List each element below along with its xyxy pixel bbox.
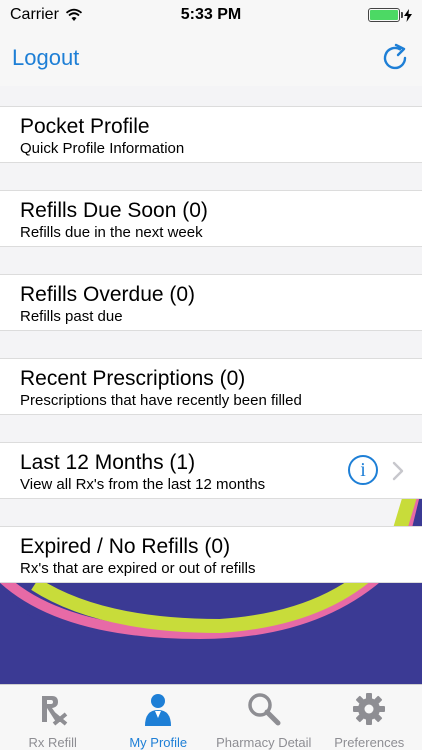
navigation-bar: Logout xyxy=(0,30,422,86)
carrier-label: Carrier xyxy=(10,6,59,23)
tab-label: My Profile xyxy=(129,735,188,750)
charging-bolt-icon xyxy=(404,8,412,22)
row-subtitle: Refills due in the next week xyxy=(20,224,203,241)
menu-row-refills-due-soon[interactable]: Refills Due Soon (0) Refills due in the … xyxy=(0,190,422,247)
tab-pharmacy-detail[interactable]: Pharmacy Detail xyxy=(211,685,317,750)
row-title: Pocket Profile xyxy=(20,115,150,138)
row-subtitle: Prescriptions that have recently been fi… xyxy=(20,392,302,409)
row-title: Recent Prescriptions (0) xyxy=(20,367,246,390)
wifi-icon xyxy=(65,8,82,21)
person-icon xyxy=(140,691,176,727)
tab-my-profile[interactable]: My Profile xyxy=(106,685,212,750)
row-subtitle: View all Rx's from the last 12 months xyxy=(20,476,266,493)
menu-row-expired-no-refills[interactable]: Expired / No Refills (0) Rx's that are e… xyxy=(0,526,422,583)
row-subtitle: Quick Profile Information xyxy=(20,140,185,157)
info-icon[interactable]: i xyxy=(348,455,378,485)
menu-row-recent-prescriptions[interactable]: Recent Prescriptions (0) Prescriptions t… xyxy=(0,358,422,415)
tab-label: Pharmacy Detail xyxy=(216,735,312,750)
tab-label: Rx Refill xyxy=(28,735,77,750)
row-title: Expired / No Refills (0) xyxy=(20,535,231,558)
magnifier-icon xyxy=(246,691,282,727)
gear-icon xyxy=(351,691,387,727)
status-bar: Carrier 5:33 PM xyxy=(0,0,422,30)
profile-content: Pocket Profile Quick Profile Information… xyxy=(0,86,422,684)
tab-rx-refill[interactable]: Rx Refill xyxy=(0,685,106,750)
battery-icon xyxy=(368,8,403,22)
status-right xyxy=(368,8,412,22)
tab-bar: Rx Refill My Profile Pharmacy Detail Pre… xyxy=(0,684,422,750)
refresh-icon[interactable] xyxy=(380,43,410,73)
menu-row-last-12-months[interactable]: Last 12 Months (1) View all Rx's from th… xyxy=(0,442,422,499)
menu-row-pocket-profile[interactable]: Pocket Profile Quick Profile Information xyxy=(0,106,422,163)
row-title: Refills Overdue (0) xyxy=(20,283,196,306)
rx-icon xyxy=(35,691,71,727)
logout-button[interactable]: Logout xyxy=(12,45,79,71)
tab-preferences[interactable]: Preferences xyxy=(317,685,422,750)
tab-label: Preferences xyxy=(334,735,405,750)
chevron-right-icon xyxy=(392,461,404,481)
row-title: Last 12 Months (1) xyxy=(20,451,196,474)
row-subtitle: Refills past due xyxy=(20,308,123,325)
row-title: Refills Due Soon (0) xyxy=(20,199,208,222)
status-left: Carrier xyxy=(10,6,83,24)
menu-row-refills-overdue[interactable]: Refills Overdue (0) Refills past due xyxy=(0,274,422,331)
row-subtitle: Rx's that are expired or out of refills xyxy=(20,560,256,577)
